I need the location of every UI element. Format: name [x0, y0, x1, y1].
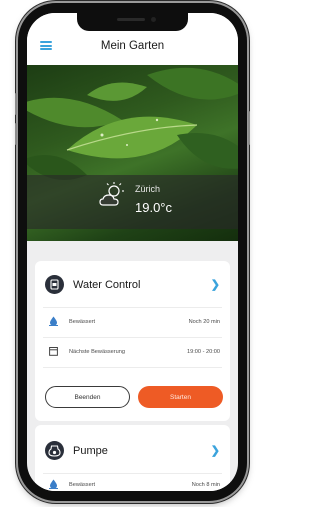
water-control-icon: [45, 275, 64, 294]
partly-sunny-icon: [99, 182, 124, 206]
row-label: Bewässert: [69, 482, 96, 488]
chevron-right-icon[interactable]: ❯: [211, 444, 220, 457]
water-drop-icon: [49, 316, 58, 326]
phone-frame: Mein Garten Zürich 19.0°c Water Control …: [15, 3, 250, 501]
calendar-icon: [49, 347, 58, 356]
row-value: Noch 8 min: [191, 482, 220, 488]
device-card-water-control[interactable]: Water Control ❯ Bewässert Noch 20 min Nä…: [35, 261, 230, 421]
phone-power-button: [248, 111, 250, 145]
water-drop-icon: [49, 479, 58, 489]
row-label: Nächste Bewässerung: [69, 349, 125, 355]
start-button[interactable]: Starten: [138, 386, 223, 408]
row-value: Noch 20 min: [188, 319, 220, 325]
phone-volume-button: [15, 123, 17, 145]
row-value: 19:00 - 20:00: [187, 349, 220, 355]
divider: [43, 473, 222, 474]
carousel-dots[interactable]: [127, 234, 141, 241]
phone-notch: [77, 13, 188, 31]
weather-city: Zürich: [135, 184, 161, 194]
divider: [43, 367, 222, 368]
weather-temperature: 19.0°c: [135, 200, 173, 215]
row-label: Bewässert: [69, 319, 96, 325]
divider: [43, 307, 222, 308]
chevron-right-icon[interactable]: ❯: [211, 278, 220, 291]
divider: [43, 337, 222, 338]
pump-icon: [45, 441, 64, 460]
device-name: Water Control: [73, 279, 141, 291]
weather-overlay: [27, 175, 238, 229]
phone-screen: Mein Garten Zürich 19.0°c Water Control …: [27, 13, 238, 491]
phone-volume-button: [15, 93, 17, 115]
garden-hero-image[interactable]: Zürich 19.0°c: [27, 65, 238, 241]
stop-button[interactable]: Beenden: [45, 386, 130, 408]
device-name: Pumpe: [73, 445, 108, 457]
page-title: Mein Garten: [100, 40, 165, 52]
device-card-pump[interactable]: Pumpe ❯ Bewässert Noch 8 min: [35, 425, 230, 491]
